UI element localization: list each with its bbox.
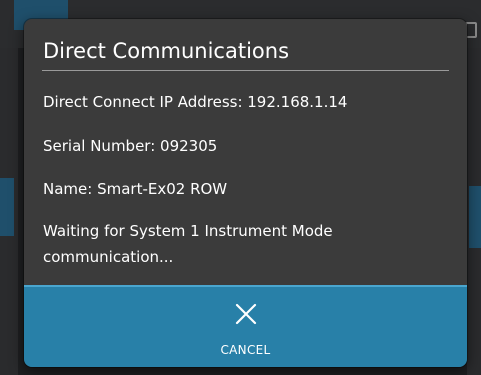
close-icon <box>235 303 257 325</box>
title-divider <box>42 70 449 71</box>
status-message: Waiting for System 1 Instrument Mode com… <box>43 222 333 266</box>
serial-number-text: Serial Number: 092305 <box>43 137 218 155</box>
direct-communications-dialog: Direct Communications Direct Connect IP … <box>24 19 467 367</box>
button-top-edge <box>24 285 467 287</box>
ip-address-text: Direct Connect IP Address: 192.168.1.14 <box>43 93 348 111</box>
background-right-highlight <box>469 186 481 248</box>
device-name-text: Name: Smart-Ex02 ROW <box>43 180 228 198</box>
cancel-button[interactable]: CANCEL <box>24 285 467 367</box>
dialog-title: Direct Communications <box>43 39 290 63</box>
cancel-label: CANCEL <box>220 343 271 357</box>
background-left-highlight <box>0 178 14 236</box>
